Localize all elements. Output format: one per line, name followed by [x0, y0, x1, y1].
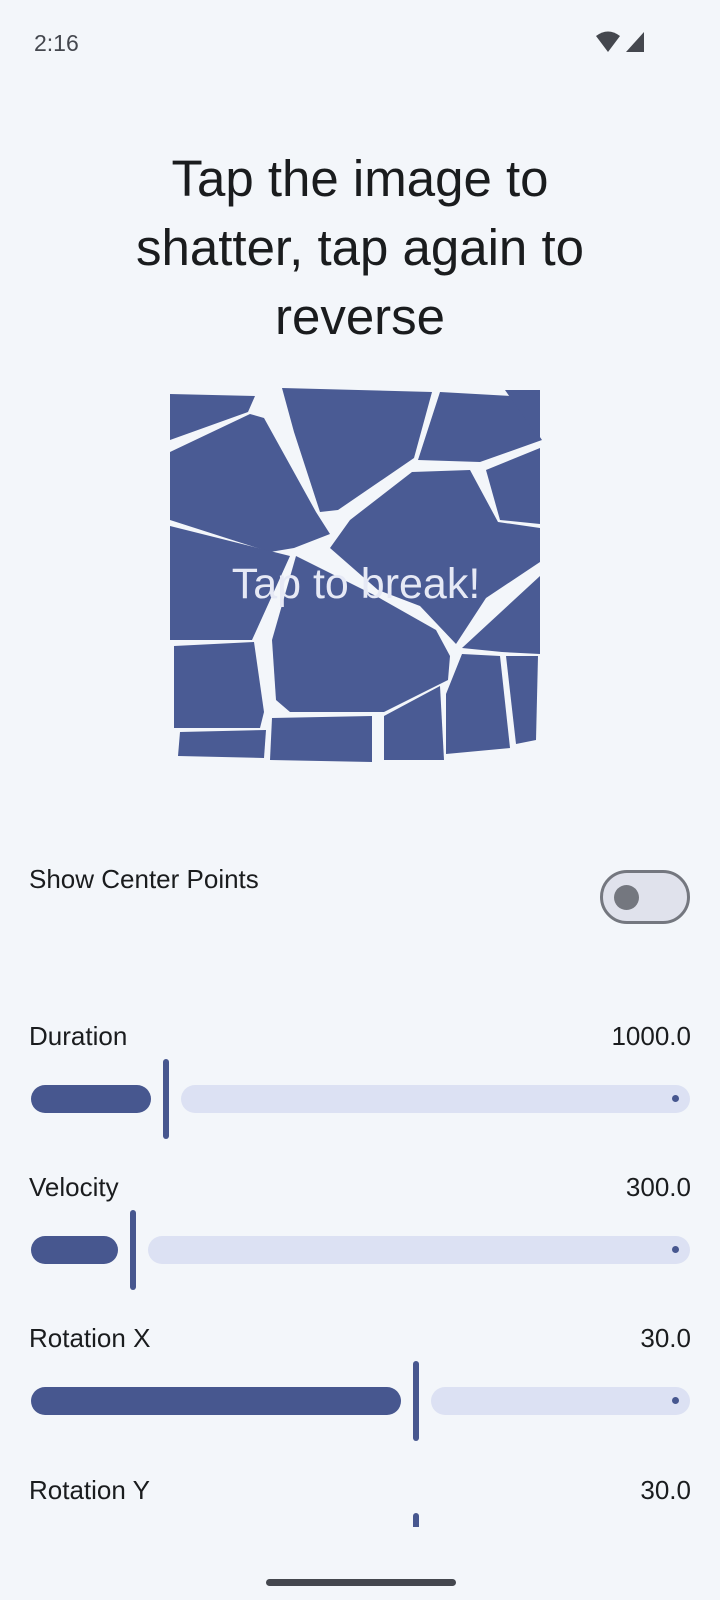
rotation-y-slider[interactable]: [31, 1513, 690, 1527]
slider-active-track: [31, 1236, 118, 1264]
slider-stop-indicator: [672, 1095, 679, 1102]
show-center-points-switch[interactable]: [600, 870, 690, 924]
page-title: Tap the image to shatter, tap again to rev…: [60, 144, 660, 351]
velocity-label: Velocity: [29, 1172, 119, 1202]
rotation-y-label: Rotation Y: [29, 1475, 150, 1505]
slider-active-track: [31, 1387, 401, 1415]
shard: [486, 448, 540, 524]
home-indicator[interactable]: [266, 1579, 456, 1586]
shard: [270, 716, 372, 762]
velocity-slider[interactable]: [31, 1210, 690, 1290]
status-bar: 2:16: [0, 0, 720, 90]
rotation-x-label: Rotation X: [29, 1323, 151, 1353]
shard: [446, 654, 510, 754]
status-icons: [594, 30, 646, 56]
rotation-y-value: 30.0: [640, 1475, 691, 1505]
shard: [506, 656, 538, 744]
slider-stop-indicator: [672, 1397, 679, 1404]
show-center-points-label: Show Center Points: [29, 864, 259, 894]
slider-thumb[interactable]: [130, 1210, 136, 1290]
slider-active-track: [31, 1085, 151, 1113]
slider-thumb[interactable]: [413, 1361, 419, 1441]
slider-thumb[interactable]: [163, 1059, 169, 1139]
slider-thumb[interactable]: [413, 1513, 419, 1527]
rotation-x-slider[interactable]: [31, 1361, 690, 1441]
slider-inactive-track: [431, 1387, 690, 1415]
status-time: 2:16: [34, 30, 79, 56]
velocity-value: 300.0: [625, 1172, 691, 1202]
cell-signal-icon: [626, 32, 644, 52]
shatter-label: Tap to break!: [232, 560, 481, 608]
duration-label: Duration: [29, 1021, 128, 1051]
wifi-icon: [596, 31, 620, 52]
slider-stop-indicator: [672, 1246, 679, 1253]
shard: [178, 730, 266, 758]
page-title-line: reverse: [274, 288, 446, 345]
shard: [174, 642, 264, 728]
duration-value: 1000.0: [611, 1021, 691, 1051]
duration-slider[interactable]: [31, 1059, 690, 1139]
slider-inactive-track: [181, 1085, 690, 1113]
page-title-line: shatter, tap again to: [136, 219, 584, 276]
rotation-x-value: 30.0: [640, 1323, 691, 1353]
shatter-image[interactable]: Tap to break!: [168, 388, 552, 784]
switch-thumb: [614, 885, 639, 910]
page-title-line: Tap the image to: [171, 150, 549, 207]
slider-inactive-track: [148, 1236, 690, 1264]
